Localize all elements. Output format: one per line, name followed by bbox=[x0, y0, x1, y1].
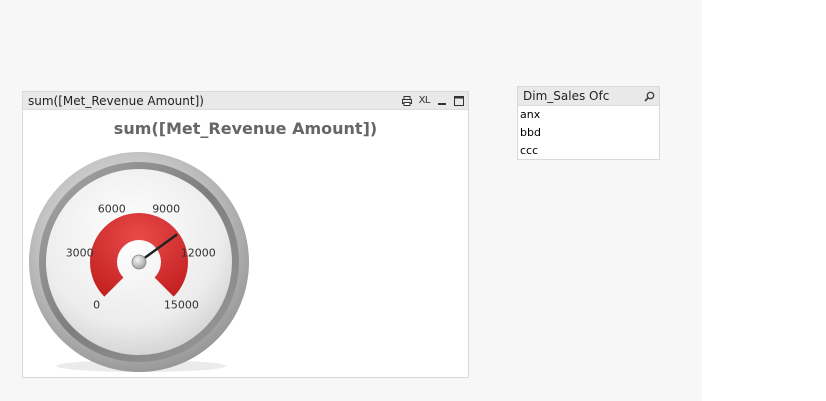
search-icon[interactable] bbox=[644, 91, 655, 102]
gauge-tick-label: 9000 bbox=[152, 203, 180, 216]
gauge-tick-label: 0 bbox=[93, 298, 100, 311]
list-item-ccc[interactable]: ccc bbox=[518, 142, 659, 160]
gauge-tick-label: 3000 bbox=[66, 247, 94, 260]
gauge-caption-title: sum([Met_Revenue Amount]) bbox=[28, 93, 204, 108]
gauge-chart-object[interactable]: sum([Met_Revenue Amount]) XL sum([Met_Re… bbox=[22, 91, 469, 378]
listbox-caption-bar[interactable]: Dim_Sales Ofc bbox=[518, 87, 659, 106]
gauge-tick-label: 12000 bbox=[181, 247, 216, 260]
gauge-hub bbox=[131, 254, 147, 270]
listbox-sales-office[interactable]: Dim_Sales Ofc anx bbd ccc bbox=[517, 86, 660, 160]
list-item-bbd[interactable]: bbd bbox=[518, 124, 659, 142]
export-xl-icon[interactable]: XL bbox=[419, 95, 431, 106]
listbox-caption-title: Dim_Sales Ofc bbox=[523, 89, 610, 103]
list-item-anx[interactable]: anx bbox=[518, 106, 659, 124]
gauge-caption-bar[interactable]: sum([Met_Revenue Amount]) XL bbox=[23, 92, 468, 110]
print-icon[interactable] bbox=[402, 95, 413, 106]
gauge-chart: 0 3000 6000 9000 12000 15000 bbox=[29, 152, 249, 372]
minimize-icon[interactable] bbox=[436, 95, 447, 106]
gauge-tick-label: 6000 bbox=[98, 203, 126, 216]
gauge-tick-label: 15000 bbox=[164, 298, 199, 311]
maximize-icon[interactable] bbox=[453, 95, 464, 106]
